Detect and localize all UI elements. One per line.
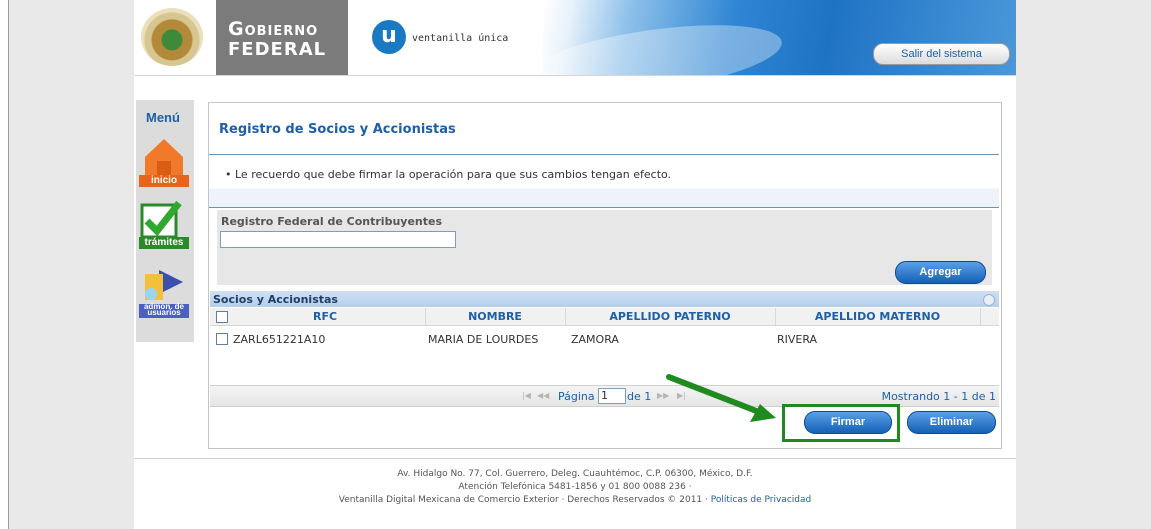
header: Gobierno FEDERAL u ventanilla única Sali… <box>134 0 1016 75</box>
page-of-label: de 1 <box>627 390 652 403</box>
col-rfc[interactable]: RFC <box>280 310 370 323</box>
logout-button[interactable]: Salir del sistema <box>873 43 1010 65</box>
header-banner: Salir del sistema <box>543 0 1016 75</box>
footer-copyright: Ventanilla Digital Mexicana de Comercio … <box>134 495 1016 505</box>
cell-rfc: ZARL651221A10 <box>233 333 326 346</box>
page: Gobierno FEDERAL u ventanilla única Sali… <box>134 0 1016 529</box>
records-count: Mostrando 1 - 1 de 1 <box>881 390 996 403</box>
banner-swoosh <box>543 12 786 75</box>
notice-box: • Le recuerdo que debe firmar la operaci… <box>209 154 999 208</box>
notice-text: • Le recuerdo que debe firmar la operaci… <box>225 168 672 181</box>
page-title: Registro de Socios y Accionistas <box>219 122 456 137</box>
sign-button[interactable]: Firmar <box>804 411 892 434</box>
privacy-link[interactable]: Políticas de Privacidad <box>711 495 811 505</box>
menu-item-usuarios[interactable]: admon. de usuarios <box>139 268 189 318</box>
footer-address: Av. Hidalgo No. 77, Col. Guerrero, Deleg… <box>397 469 753 479</box>
arrow-annotation <box>666 374 776 422</box>
cell-nombre: MARIA DE LOURDES <box>428 333 539 346</box>
notice-message: Le recuerdo que debe firmar la operación… <box>235 168 672 181</box>
side-menu: Menú inicio trámites admon. de usuarios <box>136 100 194 342</box>
cell-apellido-materno: RIVERA <box>777 333 818 346</box>
prev-page-icon[interactable]: ◀◀ <box>537 391 549 400</box>
rfc-input[interactable] <box>220 231 456 248</box>
gobierno-federal-logo: Gobierno FEDERAL <box>216 0 348 75</box>
col-apellido-paterno[interactable]: APELLIDO PATERNO <box>565 310 775 323</box>
grid-title: Socios y Accionistas <box>213 293 338 306</box>
gob-line2: FEDERAL <box>228 39 327 60</box>
rfc-form: Registro Federal de Contribuyentes Agreg… <box>217 210 992 285</box>
col-apellido-materno[interactable]: APELLIDO MATERNO <box>775 310 980 323</box>
seal-container <box>134 0 216 75</box>
table-row[interactable]: ZARL651221A10 MARIA DE LOURDES ZAMORA RI… <box>210 328 999 348</box>
row-checkbox[interactable] <box>216 333 228 345</box>
select-all-checkbox[interactable] <box>216 311 228 323</box>
right-gutter <box>1016 0 1151 529</box>
page-input[interactable]: 1 <box>598 388 626 404</box>
page-label: Página <box>558 390 595 403</box>
menu-item-label: admon. de usuarios <box>139 303 189 318</box>
menu-title: Menú <box>146 110 180 125</box>
menu-item-label: trámites <box>139 237 189 249</box>
footer-divider <box>134 458 1016 459</box>
col-divider <box>980 308 981 325</box>
footer-copyright-text: Ventanilla Digital Mexicana de Comercio … <box>338 495 708 505</box>
rfc-label: Registro Federal de Contribuyentes <box>221 215 443 228</box>
footer-phone: Atención Telefónica 5481-1856 y 01 800 0… <box>458 482 692 492</box>
left-gutter <box>9 0 134 529</box>
gob-line1: Gobierno <box>228 18 319 40</box>
mexico-seal-logo <box>141 8 203 66</box>
menu-item-label: inicio <box>139 175 189 187</box>
add-button[interactable]: Agregar <box>895 261 986 284</box>
ventanilla-unica-logo: u ventanilla única <box>348 0 543 75</box>
main-panel: Registro de Socios y Accionistas • Le re… <box>208 102 1002 449</box>
vu-logo-icon: u <box>372 20 406 54</box>
cell-apellido-paterno: ZAMORA <box>571 333 619 346</box>
header-divider <box>134 75 1016 76</box>
first-page-icon[interactable]: |◀ <box>522 391 531 400</box>
window-left-border <box>0 0 9 529</box>
grid-header: Socios y Accionistas <box>210 291 999 307</box>
delete-button[interactable]: Eliminar <box>907 411 996 434</box>
collapse-icon[interactable] <box>983 294 995 306</box>
col-nombre[interactable]: NOMBRE <box>425 310 565 323</box>
menu-item-tramites[interactable]: trámites <box>139 199 189 249</box>
vu-text: ventanilla única <box>412 33 509 44</box>
menu-item-inicio[interactable]: inicio <box>139 137 189 187</box>
grid-columns: RFC NOMBRE APELLIDO PATERNO APELLIDO MAT… <box>210 308 999 326</box>
